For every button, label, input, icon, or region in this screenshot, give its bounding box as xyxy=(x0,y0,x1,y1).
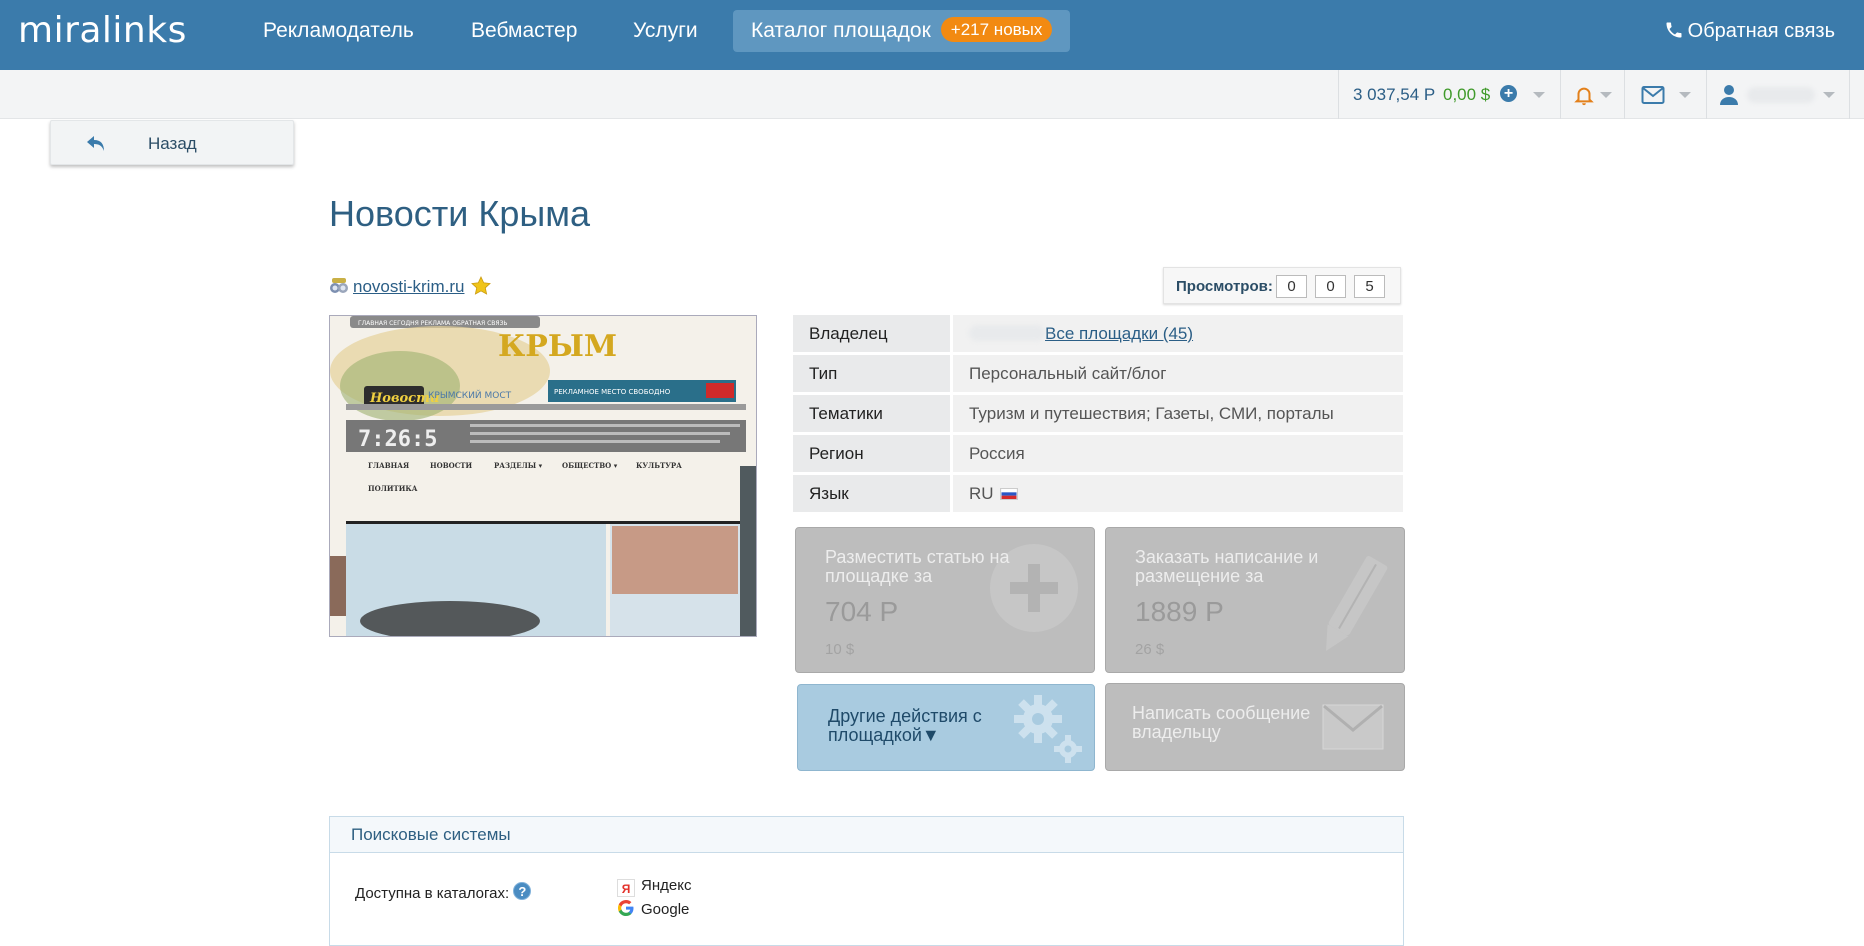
screenshot-clock: 7:26:5 xyxy=(358,427,437,452)
all-owner-sites-link[interactable]: Все площадки (45) xyxy=(1045,324,1193,343)
help-icon[interactable]: ? xyxy=(513,882,532,900)
info-value: Персональный сайт/блог xyxy=(953,355,1403,392)
views-digit: 0 xyxy=(1276,275,1307,298)
order-writing-title: Заказать написание и размещение за xyxy=(1135,547,1319,586)
feedback-label: Обратная связь xyxy=(1687,20,1835,42)
info-row-type: Тип Персональный сайт/блог xyxy=(793,355,1403,392)
engine-label: Google xyxy=(641,901,690,918)
nav-services[interactable]: Услуги xyxy=(633,10,698,52)
info-row-language: Язык RU xyxy=(793,475,1403,512)
info-key: Тематики xyxy=(793,395,950,432)
account-bar: 3 037,54 Р 0,00 $ + xyxy=(0,70,1864,119)
top-navigation-bar: miralinks Рекламодатель Вебмастер Услуги… xyxy=(0,0,1864,70)
info-key: Владелец xyxy=(793,315,950,352)
screenshot-menu-item: РАЗДЕЛЫ ▾ xyxy=(494,461,543,470)
message-owner-button[interactable]: Написать сообщение владельцу xyxy=(1105,683,1405,771)
back-button-label: Назад xyxy=(148,134,197,153)
balance-rub: 3 037,54 Р xyxy=(1353,85,1436,104)
search-systems-panel: Поисковые системы Доступна в каталогах: … xyxy=(329,816,1404,946)
views-digit: 0 xyxy=(1315,275,1346,298)
screenshot-bridge: КРЫМСКИЙ МОСТ xyxy=(428,389,512,401)
site-link-line: novosti-krim.ru xyxy=(329,275,492,299)
feedback-link[interactable]: Обратная связь xyxy=(1664,20,1835,43)
site-category-icon xyxy=(330,278,348,293)
engine-google: Google xyxy=(617,899,689,918)
screenshot-topmenu: ГЛАВНАЯ СЕГОДНЯ РЕКЛАМА ОБРАТНАЯ СВЯЗЬ xyxy=(358,320,508,327)
other-actions-label: Другие действия с площадкой▼ xyxy=(828,706,982,745)
place-article-button[interactable]: Разместить статью на площадке за 704 Р 1… xyxy=(795,527,1095,673)
new-sites-badge: +217 новых xyxy=(940,17,1053,42)
place-article-price: 704 Р xyxy=(825,596,899,627)
engine-yandex: Я Яндекс xyxy=(617,877,691,897)
engine-label: Яндекс xyxy=(641,877,692,894)
language-code: RU xyxy=(969,484,994,503)
screenshot-title: КРЫМ xyxy=(498,329,617,364)
views-digit: 5 xyxy=(1354,275,1385,298)
info-value: Россия xyxy=(953,435,1403,472)
info-row-region: Регион Россия xyxy=(793,435,1403,472)
place-article-usd: 10 $ xyxy=(825,641,855,658)
info-value: Туризм и путешествия; Газеты, СМИ, порта… xyxy=(953,395,1403,432)
miralinks-logo[interactable]: miralinks xyxy=(18,10,187,51)
phone-icon xyxy=(1666,22,1682,38)
info-row-owner: Владелец Все площадки (45) xyxy=(793,315,1403,352)
info-value: Все площадки (45) xyxy=(953,315,1403,352)
back-arrow-icon xyxy=(87,136,104,151)
info-key: Язык xyxy=(793,475,950,512)
nav-site-catalog-label: Каталог площадок xyxy=(751,19,931,42)
order-writing-usd: 26 $ xyxy=(1135,641,1165,658)
bell-icon[interactable] xyxy=(1573,84,1595,106)
screenshot-menu-item: ГЛАВНАЯ xyxy=(368,461,409,470)
messages-section[interactable] xyxy=(1624,70,1706,119)
screenshot-menu-item: КУЛЬТУРА xyxy=(636,461,682,470)
views-label: Просмотров: xyxy=(1176,278,1273,295)
nav-advertiser[interactable]: Рекламодатель xyxy=(263,10,414,52)
user-icon xyxy=(1720,85,1738,105)
info-row-topics: Тематики Туризм и путешествия; Газеты, С… xyxy=(793,395,1403,432)
other-actions-button[interactable]: Другие действия с площадкой▼ xyxy=(797,684,1095,771)
info-key: Регион xyxy=(793,435,950,472)
page-title: Новости Крыма xyxy=(329,193,590,234)
order-writing-button[interactable]: Заказать написание и размещение за 1889 … xyxy=(1105,527,1405,673)
place-article-title: Разместить статью на площадке за xyxy=(825,547,1010,586)
russia-flag-icon xyxy=(999,488,1018,500)
favorite-star-icon[interactable] xyxy=(471,276,492,296)
site-domain-link[interactable]: novosti-krim.ru xyxy=(353,277,464,296)
owner-name-redacted xyxy=(969,325,1045,341)
add-funds-icon[interactable]: + xyxy=(1500,85,1517,102)
info-key: Тип xyxy=(793,355,950,392)
order-writing-price: 1889 Р xyxy=(1135,596,1224,627)
info-value: RU xyxy=(953,475,1403,512)
balance-usd: 0,00 $ xyxy=(1443,85,1491,104)
catalogs-label-line: Доступна в каталогах: ? xyxy=(355,882,532,902)
mail-icon[interactable] xyxy=(1641,85,1665,105)
nav-webmaster[interactable]: Вебмастер xyxy=(471,10,577,52)
user-menu-caret[interactable] xyxy=(1823,92,1835,98)
screenshot-menu-item: ПОЛИТИКА xyxy=(368,484,418,493)
message-owner-label: Написать сообщение владельцу xyxy=(1132,703,1311,742)
google-icon xyxy=(618,900,634,916)
notifications-caret[interactable] xyxy=(1600,92,1612,98)
messages-caret[interactable] xyxy=(1679,92,1691,98)
yandex-icon: Я xyxy=(617,879,635,897)
back-button[interactable]: Назад xyxy=(50,120,294,165)
catalogs-label: Доступна в каталогах: xyxy=(355,885,510,902)
nav-site-catalog[interactable]: Каталог площадок +217 новых xyxy=(733,10,1071,52)
site-screenshot-image: ГЛАВНАЯ СЕГОДНЯ РЕКЛАМА ОБРАТНАЯ СВЯЗЬ К… xyxy=(330,316,756,636)
screenshot-ad: РЕКЛАМНОЕ МЕСТО СВОБОДНО xyxy=(554,388,671,396)
site-screenshot[interactable]: ГЛАВНАЯ СЕГОДНЯ РЕКЛАМА ОБРАТНАЯ СВЯЗЬ К… xyxy=(329,315,757,637)
username-redacted xyxy=(1747,87,1815,103)
views-counter: Просмотров: 0 0 5 xyxy=(1163,267,1401,304)
search-systems-heading: Поисковые системы xyxy=(330,817,1403,853)
screenshot-menu-item: ОБЩЕСТВО ▾ xyxy=(562,461,618,470)
screenshot-menu-item: НОВОСТИ xyxy=(430,461,473,470)
balance-dropdown-caret[interactable] xyxy=(1533,92,1545,98)
